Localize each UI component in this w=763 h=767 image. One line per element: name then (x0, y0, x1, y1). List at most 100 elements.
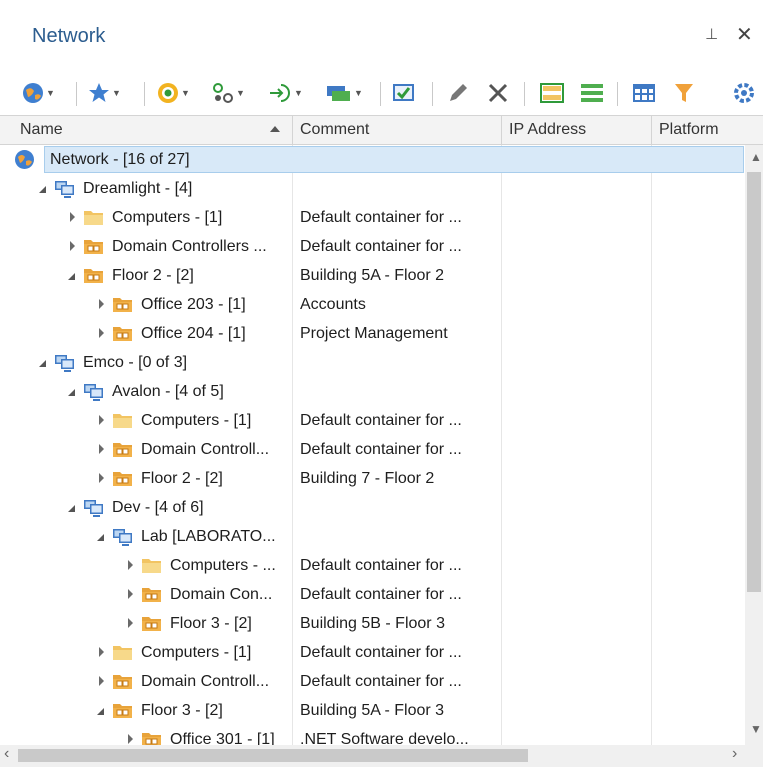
tree-row[interactable]: Floor 3 - [2] Building 5B - Floor 3 (0, 609, 745, 638)
expand-arrow-icon[interactable] (99, 676, 104, 686)
expand-arrow-icon[interactable] (99, 328, 104, 338)
expand-arrow-icon[interactable] (99, 415, 104, 425)
row-name: Domain Controllers ... (112, 238, 267, 255)
row-comment (300, 493, 498, 522)
folder-icon (112, 642, 133, 663)
tree-row[interactable]: Computers - [1] Default container for ... (0, 638, 745, 667)
group-icon (327, 86, 350, 101)
collapse-arrow-icon[interactable] (68, 505, 75, 512)
row-comment: Default container for ... (300, 586, 462, 603)
lines-button[interactable] (580, 79, 604, 107)
tree-row[interactable]: Domain Controll... Default container for … (0, 435, 745, 464)
column-comment[interactable]: Comment (294, 116, 500, 144)
column-divider[interactable] (651, 116, 652, 144)
toolbar-separator (76, 82, 77, 106)
expand-arrow-icon[interactable] (70, 241, 75, 251)
row-comment (300, 145, 498, 174)
expand-arrow-icon[interactable] (99, 473, 104, 483)
tree-row[interactable]: Avalon - [4 of 5] (0, 377, 745, 406)
edit-button[interactable] (447, 79, 469, 107)
tree-row[interactable]: Office 204 - [1] Project Management (0, 319, 745, 348)
row-name: Computers - [1] (141, 644, 252, 661)
expand-arrow-icon[interactable] (70, 212, 75, 222)
import-icon (270, 84, 290, 102)
collapse-arrow-icon[interactable] (39, 360, 46, 367)
tree-row[interactable]: Floor 3 - [2] Building 5A - Floor 3 (0, 696, 745, 725)
tree-row[interactable]: Domain Controllers ... Default container … (0, 232, 745, 261)
table-button[interactable] (632, 79, 656, 107)
tree-row[interactable]: Office 203 - [1] Accounts (0, 290, 745, 319)
collapse-arrow-icon[interactable] (68, 389, 75, 396)
tree-row[interactable]: Dev - [4 of 6] (0, 493, 745, 522)
lines-icon (581, 84, 603, 102)
settings-button[interactable] (733, 79, 755, 107)
tree-row[interactable]: Dreamlight - [4] (0, 174, 745, 203)
tree-row[interactable]: Computers - [1] Default container for ... (0, 203, 745, 232)
column-divider[interactable] (501, 116, 502, 144)
expand-arrow-icon[interactable] (99, 647, 104, 657)
favorites-menu-button[interactable]: ▼ (88, 79, 121, 107)
tree-row[interactable]: Domain Con... Default container for ... (0, 580, 745, 609)
close-icon[interactable]: ✕ (736, 22, 753, 47)
import-menu-button[interactable]: ▼ (268, 79, 303, 107)
row-comment: Building 5A - Floor 2 (300, 267, 445, 284)
row-comment: Project Management (300, 325, 448, 342)
delete-button[interactable] (487, 79, 509, 107)
tree-row[interactable]: Emco - [0 of 3] (0, 348, 745, 377)
filter-button[interactable] (673, 79, 695, 107)
group-rows-button[interactable] (540, 79, 564, 107)
row-comment: Building 5A - Floor 3 (300, 702, 445, 719)
row-name: Dev - [4 of 6] (112, 499, 204, 516)
group-rows-icon (540, 83, 564, 103)
tree-row[interactable]: Floor 2 - [2] Building 7 - Floor 2 (0, 464, 745, 493)
collapse-arrow-icon[interactable] (39, 186, 46, 193)
expand-arrow-icon[interactable] (99, 299, 104, 309)
delete-icon (488, 83, 508, 103)
scroll-left-icon[interactable]: ‹ (4, 745, 9, 763)
globe-menu-button[interactable]: ▼ (22, 79, 55, 107)
tree-row[interactable]: Computers - ... Default container for ... (0, 551, 745, 580)
expand-arrow-icon[interactable] (128, 589, 133, 599)
star-icon (89, 83, 109, 102)
expand-arrow-icon[interactable] (99, 444, 104, 454)
scroll-right-icon[interactable]: › (732, 745, 737, 763)
expand-arrow-icon[interactable] (128, 618, 133, 628)
vertical-scroll-thumb[interactable] (747, 172, 761, 592)
column-platform[interactable]: Platform (653, 116, 745, 144)
collapse-arrow-icon[interactable] (97, 708, 104, 715)
tree-row[interactable]: Computers - [1] Default container for ... (0, 406, 745, 435)
folder-icon (141, 555, 162, 576)
nodes-menu-button[interactable]: ▼ (212, 79, 245, 107)
row-name: Domain Con... (170, 586, 273, 603)
tree-row[interactable]: Lab [LABORATO... (0, 522, 745, 551)
column-name[interactable]: Name (14, 116, 290, 144)
tree-row[interactable]: Office 301 - [1] .NET Software develo... (0, 725, 745, 745)
row-comment: Default container for ... (300, 412, 462, 429)
collapse-arrow-icon[interactable] (97, 534, 104, 541)
check-icon (393, 84, 414, 101)
row-name: Avalon - [4 of 5] (112, 383, 224, 400)
row-comment: Accounts (300, 296, 366, 313)
tree-row[interactable]: Network - [16 of 27] (0, 145, 745, 174)
row-comment: Default container for ... (300, 238, 462, 255)
target-menu-button[interactable]: ▼ (157, 79, 190, 107)
tree-row[interactable]: Floor 2 - [2] Building 5A - Floor 2 (0, 261, 745, 290)
column-divider[interactable] (292, 116, 293, 144)
ou-icon (141, 584, 162, 605)
group-menu-button[interactable]: ▼ (326, 79, 363, 107)
collapse-arrow-icon[interactable] (68, 273, 75, 280)
tree-row[interactable]: Domain Controll... Default container for … (0, 667, 745, 696)
scroll-up-icon[interactable]: ▲ (750, 150, 762, 164)
pin-icon[interactable]: ⊥ (705, 25, 718, 43)
settings-icon (734, 83, 754, 103)
column-header: Name Comment IP Address Platform (0, 115, 763, 145)
check-button[interactable] (392, 79, 416, 107)
horizontal-scroll-thumb[interactable] (18, 749, 528, 762)
expand-arrow-icon[interactable] (128, 560, 133, 570)
scroll-down-icon[interactable]: ▼ (750, 722, 762, 736)
toolbar-separator (380, 82, 381, 106)
expand-arrow-icon[interactable] (128, 734, 133, 744)
row-comment (300, 522, 498, 551)
column-ip-address[interactable]: IP Address (503, 116, 651, 144)
table-icon (633, 84, 655, 102)
